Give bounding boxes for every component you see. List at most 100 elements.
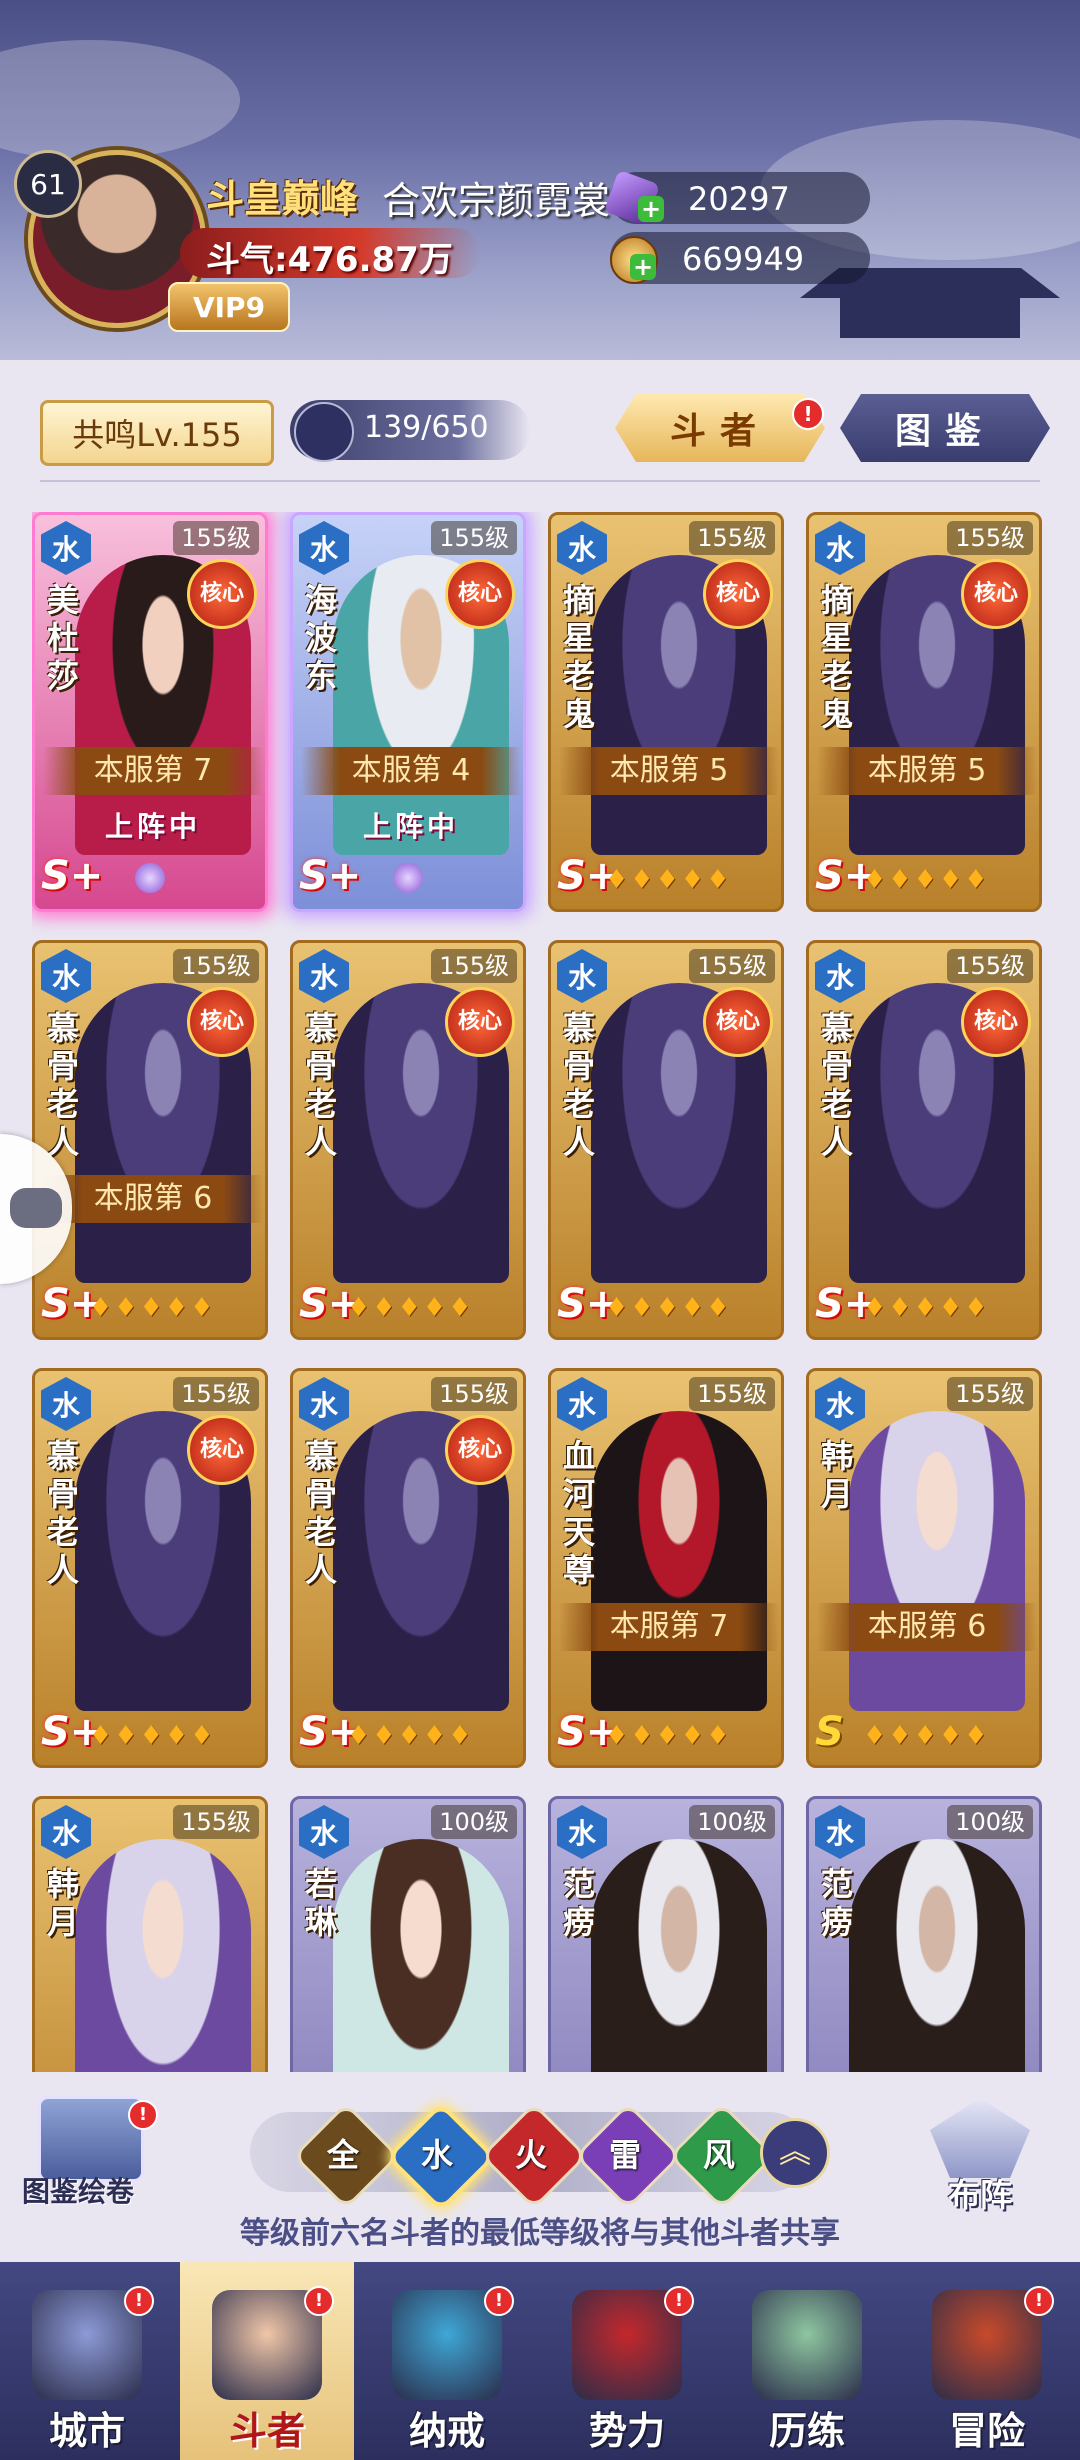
fighter-card[interactable]: 水 155级 慕骨老人 核心 本服第 6 S+ ♦♦♦♦♦ — [32, 940, 268, 1340]
fighter-name: 慕骨老人 — [305, 1009, 338, 1161]
gamepad-icon — [10, 1188, 62, 1228]
divider — [40, 480, 1040, 482]
fighter-name: 范痨 — [821, 1865, 854, 1941]
core-badge: 核心 — [703, 987, 773, 1057]
fighter-level: 155级 — [431, 1377, 517, 1411]
fighter-name: 慕骨老人 — [563, 1009, 596, 1161]
star-rating: ♦♦♦♦♦ — [605, 1293, 732, 1323]
player-rank-title: 斗皇巅峰 — [206, 177, 359, 221]
fighter-portrait — [591, 1839, 767, 2072]
server-rank: 本服第 5 — [559, 747, 779, 795]
element-filter-label: 风 — [702, 2136, 735, 2174]
fighter-level: 155级 — [947, 949, 1033, 983]
fighter-portrait — [75, 1839, 251, 2072]
fighter-name: 慕骨老人 — [821, 1009, 854, 1161]
star-rating: ♦♦♦♦♦ — [89, 1721, 216, 1751]
fighter-level: 155级 — [947, 1377, 1033, 1411]
core-badge: 核心 — [961, 559, 1031, 629]
fighter-level: 100级 — [431, 1805, 517, 1839]
core-badge: 核心 — [703, 559, 773, 629]
tab-atlas[interactable]: 图鉴 — [840, 394, 1050, 462]
soul-flame-icon — [135, 863, 165, 893]
fighter-level: 155级 — [431, 949, 517, 983]
core-badge: 核心 — [187, 559, 257, 629]
fighter-level: 155级 — [431, 521, 517, 555]
fighter-card[interactable]: 水 155级 海波东 核心 本服第 4 上阵中 S+ — [290, 512, 526, 912]
fighter-name: 美杜莎 — [47, 581, 80, 695]
water-element-icon: 水 — [557, 949, 607, 1003]
fighter-level: 155级 — [173, 1377, 259, 1411]
element-filter-label: 全 — [326, 2136, 359, 2174]
server-rank: 本服第 5 — [817, 747, 1037, 795]
water-element-icon: 水 — [299, 521, 349, 575]
star-rating: ♦♦♦♦♦ — [347, 1721, 474, 1751]
fighter-portrait — [849, 1839, 1025, 2072]
fighter-name: 慕骨老人 — [47, 1437, 80, 1589]
fighter-portrait — [333, 1839, 509, 2072]
star-rating: ♦♦♦♦♦ — [347, 1293, 474, 1323]
star-rating: ♦♦♦♦♦ — [863, 1293, 990, 1323]
fighter-card[interactable]: 水 155级 韩月 — [32, 1796, 268, 2072]
fighter-card[interactable]: 水 100级 范痨 — [548, 1796, 784, 2072]
add-coin-button[interactable]: + — [630, 254, 656, 280]
cloud-decoration — [0, 40, 240, 160]
fighter-card[interactable]: 水 155级 韩月 本服第 6 S ♦♦♦♦♦ — [806, 1368, 1042, 1768]
fighter-level: 100级 — [947, 1805, 1033, 1839]
fighter-name: 慕骨老人 — [305, 1437, 338, 1589]
fighter-name: 摘星老鬼 — [821, 581, 854, 733]
coin-count: 669949 — [682, 240, 805, 278]
add-gem-button[interactable]: + — [638, 196, 664, 222]
fighter-level: 155级 — [689, 949, 775, 983]
level-share-notice: 等级前六名斗者的最低等级将与其他斗者共享 — [240, 2216, 840, 2251]
soul-flame-icon — [393, 863, 423, 893]
fighter-card[interactable]: 水 155级 摘星老鬼 核心 本服第 5 S+ ♦♦♦♦♦ — [806, 512, 1042, 912]
fighter-card[interactable]: 水 155级 血河天尊 本服第 7 S+ ♦♦♦♦♦ — [548, 1368, 784, 1768]
water-element-icon: 水 — [557, 1377, 607, 1431]
element-filter-label: 水 — [420, 2136, 453, 2174]
star-rating: ♦♦♦♦♦ — [89, 1293, 216, 1323]
fighter-name: 摘星老鬼 — [563, 581, 596, 733]
notification-badge: ! — [664, 2286, 694, 2316]
notification-badge: ! — [304, 2286, 334, 2316]
server-rank: 本服第 7 — [43, 747, 263, 795]
star-rating: ♦♦♦♦♦ — [863, 1721, 990, 1751]
water-element-icon: 水 — [299, 949, 349, 1003]
player-power: 斗气:476.87万 — [206, 240, 453, 280]
water-element-icon: 水 — [815, 1377, 865, 1431]
vip-badge[interactable]: VIP9 — [168, 282, 290, 332]
fighter-card[interactable]: 水 155级 慕骨老人 核心 S+ ♦♦♦♦♦ — [548, 940, 784, 1340]
grade-badge: S — [815, 1709, 844, 1755]
notification-badge: ! — [792, 398, 824, 430]
pavilion-body — [840, 298, 1020, 338]
fighter-name: 若琳 — [305, 1865, 338, 1941]
water-element-icon: 水 — [815, 1805, 865, 1859]
core-badge: 核心 — [187, 1415, 257, 1485]
fighter-card[interactable]: 水 155级 摘星老鬼 核心 本服第 5 S+ ♦♦♦♦♦ — [548, 512, 784, 912]
fighter-card[interactable]: 水 100级若琳 — [290, 1796, 526, 2072]
water-element-icon: 水 — [815, 949, 865, 1003]
fighter-card[interactable]: 水 155级 慕骨老人 核心 S+ ♦♦♦♦♦ — [32, 1368, 268, 1768]
fighter-level: 155级 — [947, 521, 1033, 555]
fighter-count-icon — [294, 402, 354, 462]
fighter-card[interactable]: 水 155级 慕骨老人 核心 S+ ♦♦♦♦♦ — [806, 940, 1042, 1340]
collapse-chevron-icon[interactable]: ︽ — [760, 2118, 830, 2188]
core-badge: 核心 — [187, 987, 257, 1057]
water-element-icon: 水 — [41, 1377, 91, 1431]
core-badge: 核心 — [445, 559, 515, 629]
fighter-grid: 水 155级 美杜莎 核心 本服第 7 上阵中 S+ 水 155级 海波东 核心 本服第 4 上阵中 S+… — [32, 512, 1052, 2072]
core-badge: 核心 — [961, 987, 1031, 1057]
water-element-icon: 水 — [41, 949, 91, 1003]
water-element-icon: 水 — [41, 1805, 91, 1859]
tab-fighters[interactable]: 斗者 — [615, 394, 825, 462]
fighter-card[interactable]: 水 155级 慕骨老人 核心 S+ ♦♦♦♦♦ — [290, 1368, 526, 1768]
nav-label: 纳戒 — [408, 2409, 485, 2453]
star-rating: ♦♦♦♦♦ — [605, 1721, 732, 1751]
fighter-card[interactable]: 水 100级范痨 — [806, 1796, 1042, 2072]
resonance-level-button[interactable]: 共鸣Lv.155 — [40, 400, 274, 466]
gem-count: 20297 — [688, 180, 790, 218]
fighter-card[interactable]: 水 155级 美杜莎 核心 本服第 7 上阵中 S+ — [32, 512, 268, 912]
formation-flag-icon[interactable] — [930, 2098, 1030, 2178]
fighter-card[interactable]: 水 155级 慕骨老人 核心 S+ ♦♦♦♦♦ — [290, 940, 526, 1340]
water-element-icon: 水 — [299, 1805, 349, 1859]
star-rating: ♦♦♦♦♦ — [605, 865, 732, 895]
